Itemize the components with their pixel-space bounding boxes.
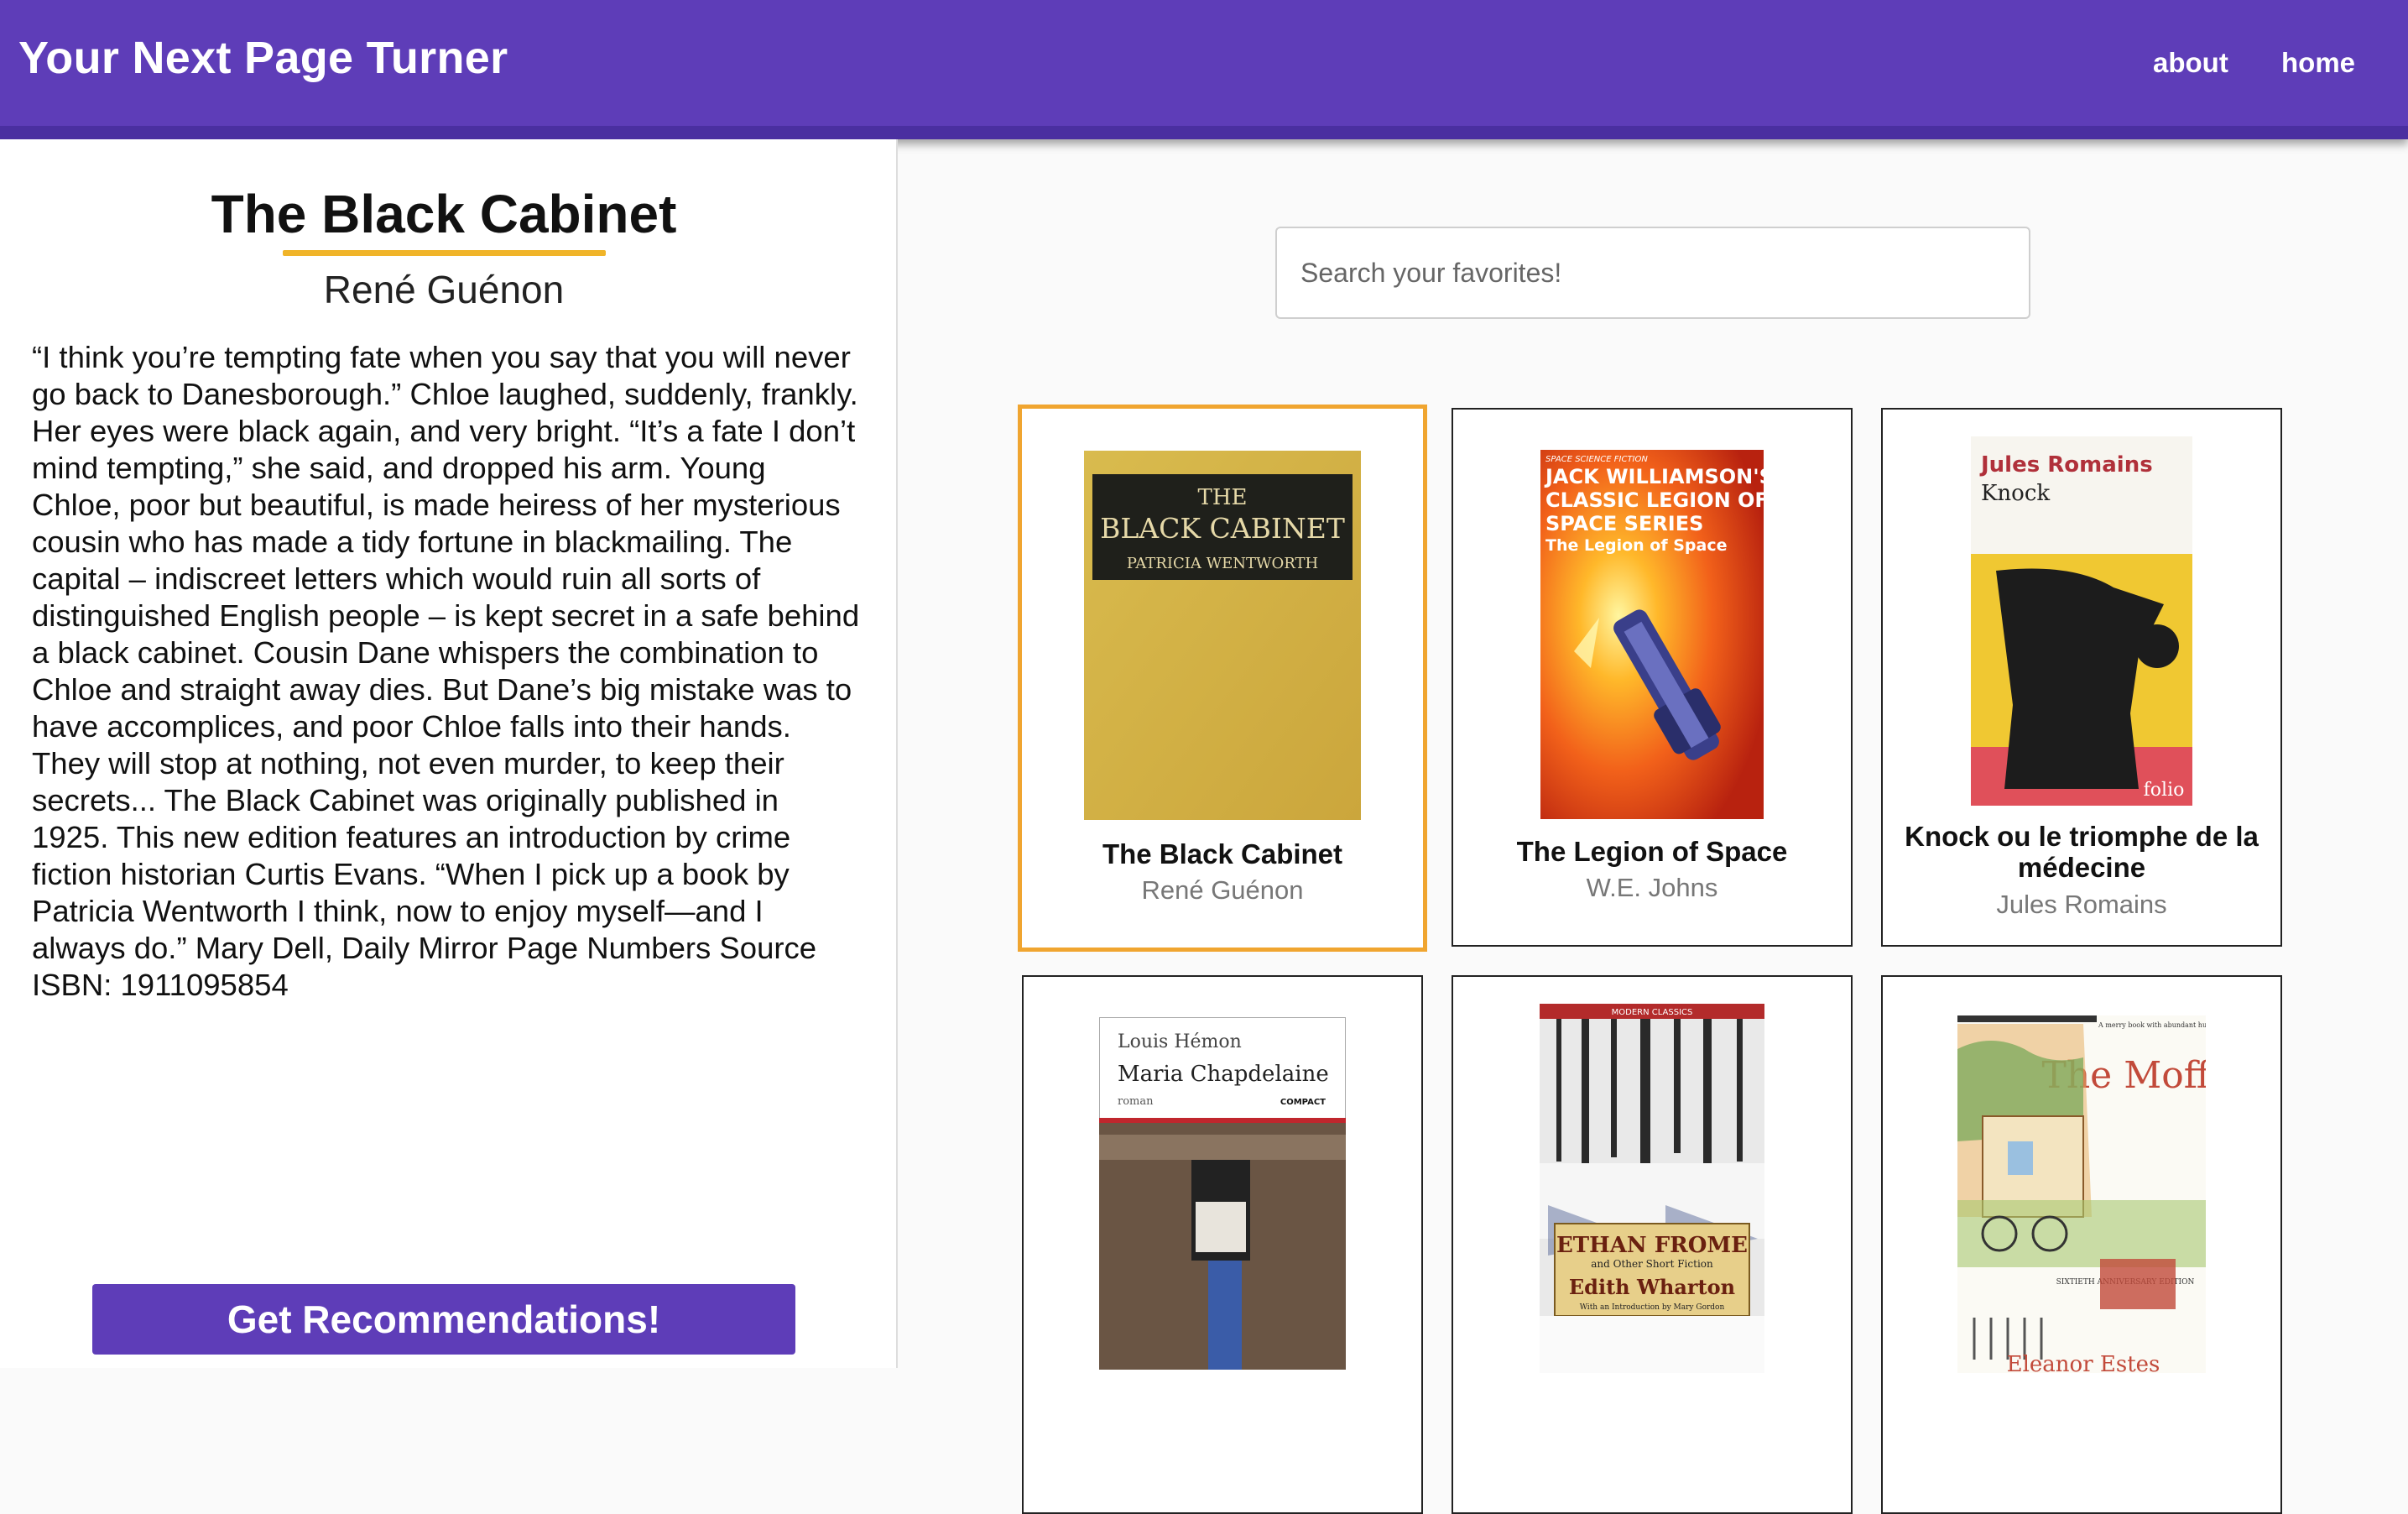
book-card[interactable]: THE BLACK CABINET PATRICIA WENTWORTH The… — [1018, 405, 1427, 952]
cover-text: COMPACT — [1280, 1098, 1326, 1107]
cover-text: MODERN CLASSICS — [1612, 1008, 1693, 1017]
cover-text: and Other Short Fiction — [1591, 1258, 1713, 1270]
cover-text: folio — [2144, 780, 2185, 801]
cover-text: Jules Romains — [1979, 452, 2153, 478]
card-book-author: W.E. Johns — [1586, 873, 1718, 902]
cover-text: CLASSIC LEGION OF — [1545, 488, 1764, 512]
cover-text: JACK WILLIAMSON'S — [1544, 465, 1764, 488]
cover-text: Louis Hémon — [1118, 1031, 1242, 1052]
nav-link-home[interactable]: home — [2281, 47, 2355, 79]
search-input[interactable] — [1275, 227, 2030, 319]
book-cover-image: Louis Hémon Maria Chapdelaine roman COMP… — [1099, 1017, 1346, 1370]
cover-text: Maria Chapdelaine — [1118, 1062, 1329, 1087]
card-book-title: The Black Cabinet — [1102, 838, 1343, 869]
book-cover-image: The Moffats A merry book with abundant h… — [1957, 1015, 2206, 1373]
book-card[interactable]: Louis Hémon Maria Chapdelaine roman COMP… — [1022, 975, 1423, 1514]
card-book-title: Knock ou le triomphe de la médecine — [1905, 821, 2259, 883]
get-recommendations-button[interactable]: Get Recommendations! — [92, 1284, 795, 1355]
cover-text: BLACK CABINET — [1100, 512, 1345, 545]
cover-text: A merry book with abundant humor. — The … — [2098, 1021, 2206, 1029]
cover-text: THE — [1198, 485, 1248, 510]
detail-book-title: The Black Cabinet — [211, 184, 677, 244]
cover-text: Edith Wharton — [1569, 1275, 1735, 1299]
book-card[interactable]: The Moffats A merry book with abundant h… — [1881, 975, 2282, 1514]
cover-text: roman — [1118, 1095, 1154, 1108]
brand-title[interactable]: Your Next Page Turner — [18, 32, 508, 84]
title-underline — [283, 250, 606, 256]
detail-book-author: René Guénon — [323, 268, 565, 311]
card-book-author: René Guénon — [1141, 875, 1304, 905]
cover-text: SPACE SCIENCE FICTION — [1545, 455, 1648, 464]
cover-text: With an Introduction by Mary Gordon — [1580, 1303, 1725, 1312]
detail-book-description: “I think you’re tempting fate when you s… — [32, 340, 860, 1002]
top-navbar: Your Next Page Turner about home — [0, 0, 2408, 139]
nav-link-about[interactable]: about — [2153, 47, 2228, 79]
book-cover-image: MODERN CLASSICS ETHAN FROME and Other Sh… — [1540, 1004, 1764, 1373]
cover-text: ETHAN FROME — [1556, 1233, 1748, 1258]
book-card[interactable]: MODERN CLASSICS ETHAN FROME and Other Sh… — [1452, 975, 1853, 1514]
card-book-author: Jules Romains — [1996, 890, 2167, 919]
book-cover-image: THE BLACK CABINET PATRICIA WENTWORTH — [1084, 451, 1361, 820]
cover-text: Eleanor Estes — [2007, 1352, 2160, 1373]
book-cover-image: SPACE SCIENCE FICTION JACK WILLIAMSON'S … — [1540, 450, 1764, 819]
book-card[interactable]: Jules Romains Knock folio Knock ou le tr… — [1881, 408, 2282, 947]
cover-text: The Legion of Space — [1545, 536, 1727, 555]
book-cover-image: Jules Romains Knock folio — [1971, 436, 2192, 806]
card-book-title: The Legion of Space — [1516, 836, 1788, 867]
cover-text: PATRICIA WENTWORTH — [1127, 555, 1318, 572]
cover-text: SPACE SERIES — [1545, 512, 1703, 535]
book-card[interactable]: SPACE SCIENCE FICTION JACK WILLIAMSON'S … — [1452, 408, 1853, 947]
cover-text: Knock — [1981, 481, 2050, 506]
book-detail-panel: The Black Cabinet René Guénon “I think y… — [0, 139, 898, 1368]
